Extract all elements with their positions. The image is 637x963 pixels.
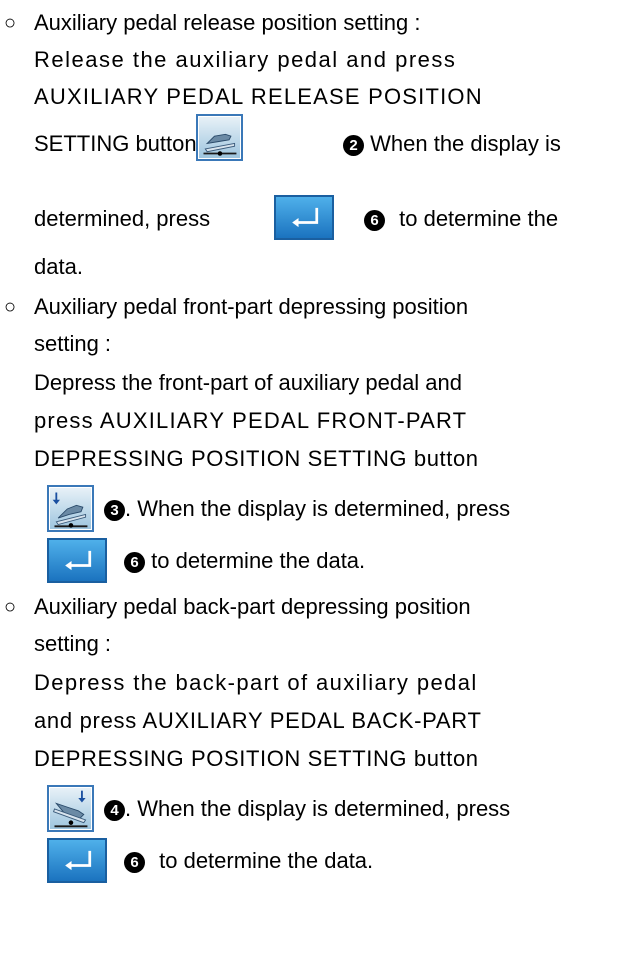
aux-pedal-back-part-depressing-setting-button[interactable] <box>47 785 94 832</box>
body-line: SETTING button <box>34 127 197 161</box>
enter-button[interactable] <box>47 838 107 883</box>
body-line: 3. When the display is determined, press <box>104 492 510 526</box>
text: . When the display is determined, press <box>125 496 511 521</box>
text: . When the display is determined, press <box>125 796 511 821</box>
pedal-back-depress-icon <box>52 790 88 828</box>
section-heading: setting : <box>34 331 112 356</box>
body-line: DEPRESSING POSITION SETTING button <box>34 746 479 771</box>
text: to determine the data. <box>159 848 374 873</box>
section-heading: Auxiliary pedal front-part depressing po… <box>34 294 469 319</box>
enter-icon <box>65 550 92 571</box>
bullet: ○ <box>4 596 17 618</box>
reference-marker: 2 <box>343 135 364 156</box>
body-line: 2 When the display is <box>343 127 561 161</box>
enter-icon <box>65 850 92 871</box>
bullet: ○ <box>4 296 17 318</box>
body-line: determined, press <box>34 206 211 231</box>
aux-pedal-release-position-setting-button[interactable] <box>196 114 243 161</box>
text: to determine the <box>399 206 559 231</box>
body-line: 6 to determine the data. <box>124 544 365 578</box>
reference-marker: 4 <box>104 800 125 821</box>
pedal-front-depress-icon <box>52 492 88 528</box>
body-line: and press AUXILIARY PEDAL BACK-PART <box>34 708 482 733</box>
body-line: press AUXILIARY PEDAL FRONT-PART <box>34 408 468 433</box>
body-line: Release the auxiliary pedal and press <box>34 43 602 77</box>
body-line: 6 to determine the <box>364 202 558 236</box>
body-line: data. <box>34 254 83 279</box>
aux-pedal-front-part-depressing-setting-button[interactable] <box>47 485 94 532</box>
reference-marker: 6 <box>124 552 145 573</box>
body-line: 6 to determine the data. <box>124 844 373 878</box>
body-line: AUXILIARY PEDAL RELEASE POSITION <box>34 84 483 109</box>
text: Release the auxiliary pedal and press <box>34 47 457 72</box>
section-heading: Auxiliary pedal release position setting… <box>34 10 421 35</box>
body-line: 4. When the display is determined, press <box>104 792 510 826</box>
body-line: DEPRESSING POSITION SETTING button <box>34 446 479 471</box>
enter-button[interactable] <box>274 195 334 240</box>
body-line: Depress the back-part of auxiliary pedal <box>34 670 478 695</box>
enter-icon <box>292 207 319 228</box>
enter-button[interactable] <box>47 538 107 583</box>
reference-marker: 6 <box>124 852 145 873</box>
section-heading: Auxiliary pedal back-part depressing pos… <box>34 594 471 619</box>
reference-marker: 3 <box>104 500 125 521</box>
pedal-release-position-icon <box>203 133 237 156</box>
text: When the display is <box>370 131 561 156</box>
section-heading: setting : <box>34 631 112 656</box>
text: SETTING button <box>34 131 197 156</box>
text: to determine the data. <box>151 548 366 573</box>
reference-marker: 6 <box>364 210 385 231</box>
body-line: Depress the front-part of auxiliary peda… <box>34 370 463 395</box>
bullet: ○ <box>4 12 17 34</box>
